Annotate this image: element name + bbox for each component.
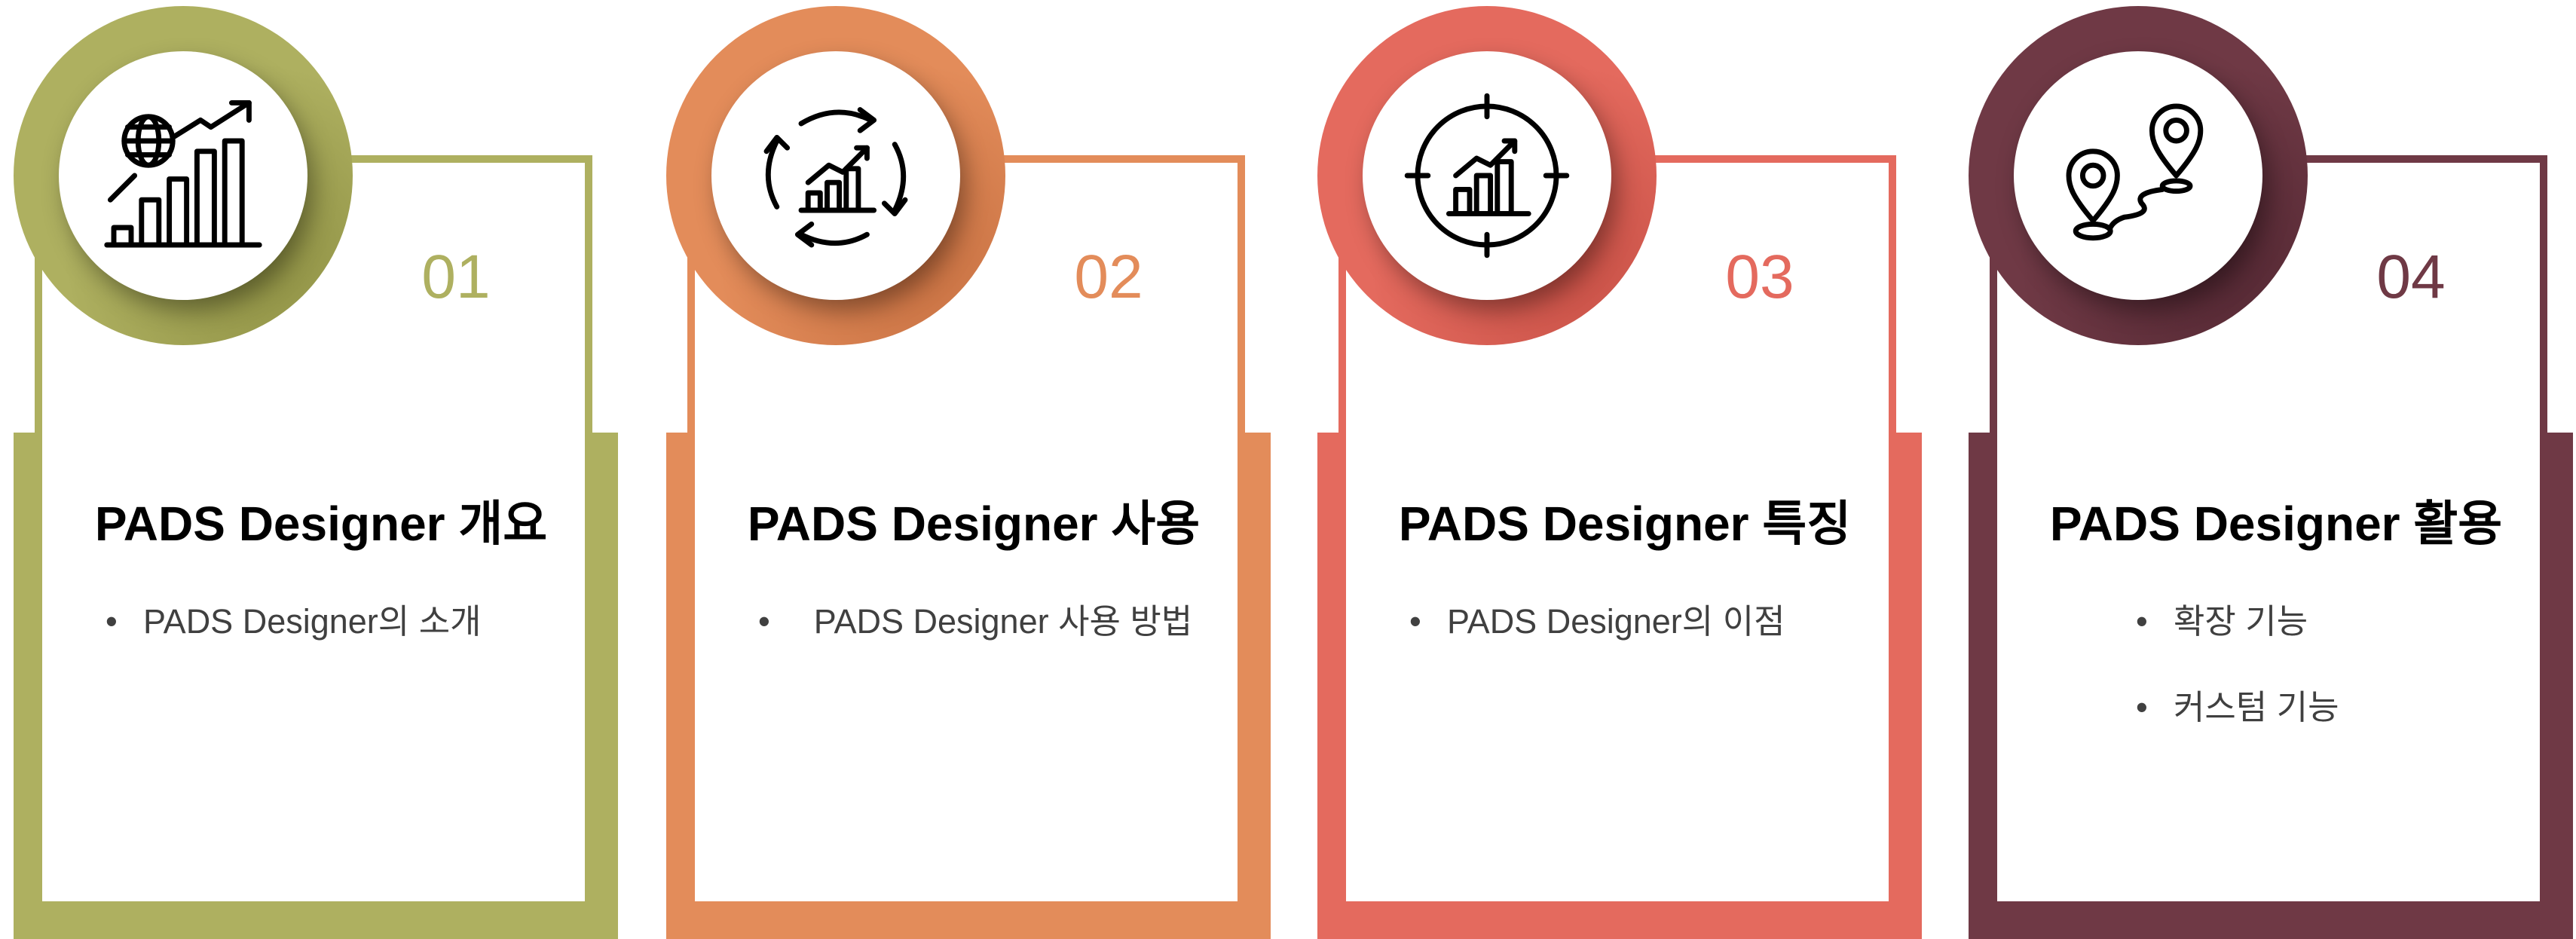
card-applications: 04 PADS Designer 활용 확장 기능 커스텀 기능 — [1955, 0, 2573, 939]
card-number: 01 — [421, 243, 491, 311]
icon-badge — [1363, 51, 1611, 300]
bullet-item: PADS Designer 사용 방법 — [743, 599, 1210, 644]
card-bullets: PADS Designer의 이점 — [1394, 599, 1862, 685]
card-title: PADS Designer 특징 — [1398, 497, 1852, 551]
card-overview: 01 PADS Designer 개요 PADS Designer의 소개 — [0, 0, 618, 939]
card-title: PADS Designer 사용 — [747, 497, 1201, 551]
bullet-item: 커스텀 기능 — [2121, 685, 2528, 730]
card-bullets: 확장 기능 커스텀 기능 — [2121, 599, 2528, 771]
target-chart-icon — [1404, 93, 1570, 258]
card-bullets: PADS Designer의 소개 — [90, 599, 558, 685]
bullet-item: PADS Designer의 소개 — [90, 599, 558, 644]
cycle-growth-chart-icon — [763, 107, 908, 248]
card-features: 03 PADS Designer 특징 PADS Designer의 이점 — [1304, 0, 1922, 939]
icon-badge — [59, 51, 307, 300]
card-number: 03 — [1725, 243, 1794, 311]
card-number: 02 — [1074, 243, 1143, 311]
card-title: PADS Designer 활용 — [2049, 497, 2503, 551]
globe-growth-chart-icon — [104, 99, 262, 248]
card-usage: 02 PADS Designer 사용 PADS Designer 사용 방법 — [653, 0, 1271, 939]
card-bullets: PADS Designer 사용 방법 — [743, 599, 1210, 685]
card-number: 04 — [2376, 243, 2446, 311]
icon-badge — [2014, 51, 2262, 300]
bullet-item: PADS Designer의 이점 — [1394, 599, 1862, 644]
card-title: PADS Designer 개요 — [94, 497, 548, 551]
icon-badge — [711, 51, 960, 300]
bullet-item: 확장 기능 — [2121, 599, 2528, 644]
route-pins-icon — [2066, 103, 2204, 241]
